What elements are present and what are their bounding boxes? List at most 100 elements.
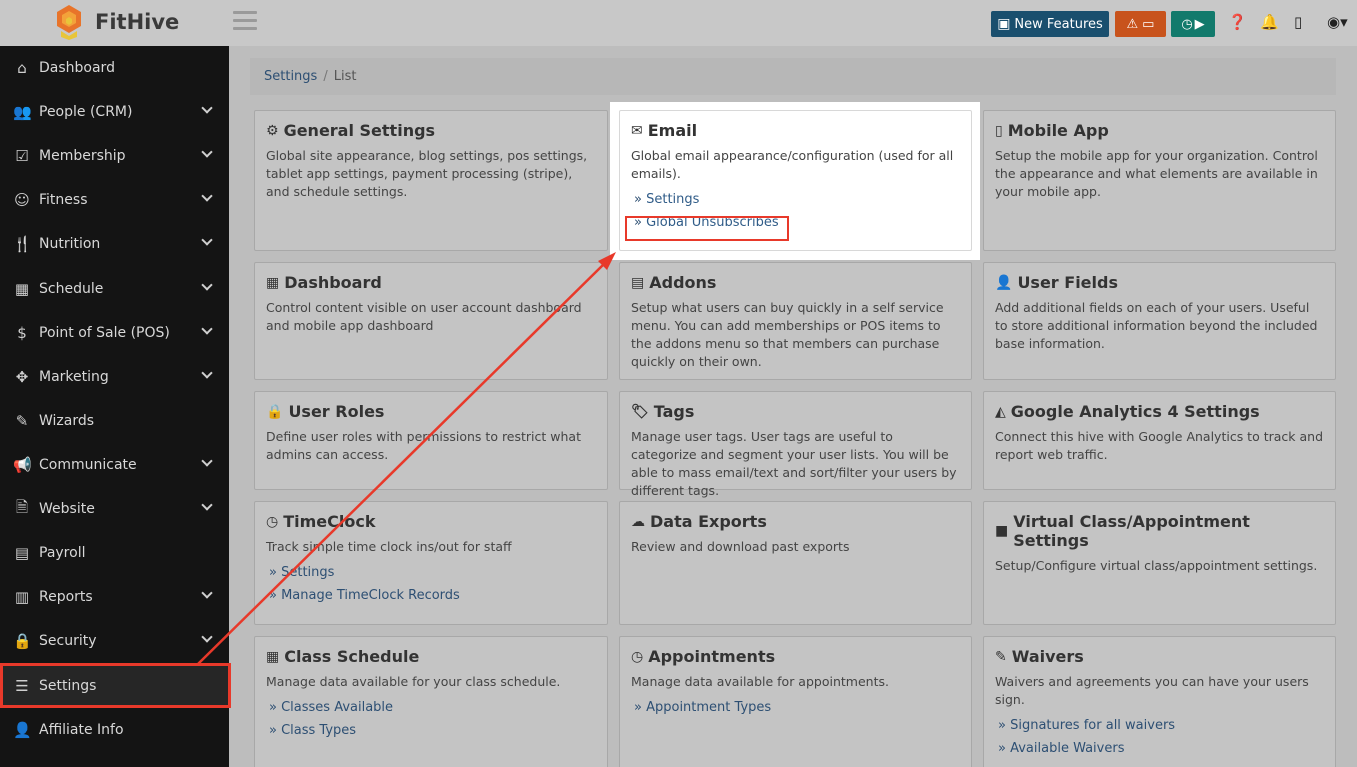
- sidebar-item-website[interactable]: 🗎 Website: [0, 487, 229, 531]
- chevron-down-icon: [201, 190, 213, 202]
- bell-icon[interactable]: 🔔: [1260, 13, 1279, 31]
- available-waivers-link[interactable]: Available Waivers: [998, 741, 1324, 756]
- card-title: Data Exports: [650, 512, 767, 531]
- mobile-icon[interactable]: ▯: [1294, 13, 1302, 31]
- bar-chart-icon: ▥: [14, 588, 30, 606]
- card-addons[interactable]: ▤ Addons Setup what users can buy quickly…: [619, 262, 972, 380]
- card-title: Tags: [653, 402, 695, 421]
- card-description: Setup the mobile app for your organizati…: [995, 148, 1318, 199]
- chevron-down-icon: [201, 323, 213, 335]
- clock-icon: ◷: [631, 648, 644, 665]
- new-features-label: New Features: [1014, 16, 1103, 32]
- card-description: Manage data available for your class sch…: [266, 674, 561, 689]
- chevron-down-icon: [201, 367, 213, 379]
- new-features-button[interactable]: ▣ New Features: [991, 11, 1109, 37]
- sidebar-item-fitness[interactable]: ☺ Fitness: [0, 178, 229, 222]
- breadcrumb-separator: /: [323, 69, 328, 84]
- breadcrumb: Settings / List: [250, 58, 1336, 95]
- app-name: FitHive: [95, 10, 180, 34]
- sidebar-item-label: Fitness: [39, 192, 88, 208]
- gift-icon: ▣: [997, 16, 1011, 32]
- money-icon: ▤: [14, 544, 30, 562]
- sidebar-item-wizards[interactable]: ✎ Wizards: [0, 399, 229, 443]
- logo[interactable]: FitHive: [52, 4, 179, 40]
- chevron-down-icon: [201, 279, 213, 291]
- card-description: Global email appearance/configuration (u…: [631, 148, 954, 181]
- card-description: Define user roles with permissions to re…: [266, 429, 581, 462]
- sidebar-item-dashboard[interactable]: ⌂ Dashboard: [0, 46, 229, 90]
- sidebar-item-label: Nutrition: [39, 236, 101, 252]
- sidebar-item-label: Schedule: [39, 281, 104, 297]
- sidebar-item-nutrition[interactable]: 🍴 Nutrition: [0, 222, 229, 266]
- card-title: Mobile App: [1007, 121, 1109, 140]
- card-description: Setup what users can buy quickly in a se…: [631, 300, 944, 369]
- card-description: Global site appearance, blog settings, p…: [266, 148, 588, 199]
- clock-icon: ◷: [266, 513, 279, 530]
- timeclock-button[interactable]: ◷ ▶: [1171, 11, 1215, 37]
- card-description: Add additional fields on each of your us…: [995, 300, 1318, 351]
- card-virtual-class[interactable]: ■ Virtual Class/Appointment Settings Setu…: [983, 501, 1336, 625]
- card-title: User Fields: [1017, 273, 1118, 292]
- menu-toggle-icon[interactable]: [233, 11, 257, 35]
- card-title: Virtual Class/Appointment Settings: [1013, 512, 1250, 550]
- chevron-down-icon: [201, 455, 213, 467]
- payment-warning-button[interactable]: ⚠ ▭: [1115, 11, 1166, 37]
- sidebar-item-affiliate-info[interactable]: 👤 Affiliate Info: [0, 708, 229, 752]
- email-settings-link[interactable]: Settings: [634, 192, 960, 207]
- sidebar-item-security[interactable]: 🔒 Security: [0, 619, 229, 663]
- sidebar-item-people-crm[interactable]: 👥 People (CRM): [0, 90, 229, 134]
- checkbox-icon: ☑: [15, 147, 29, 165]
- card-title: User Roles: [288, 402, 385, 421]
- card-appointments: ◷ Appointments Manage data available for …: [619, 636, 972, 767]
- chevron-down-icon: [201, 499, 213, 511]
- sidebar-item-point-of-sale-pos[interactable]: $ Point of Sale (POS): [0, 311, 229, 355]
- signatures-link[interactable]: Signatures for all waivers: [998, 718, 1324, 733]
- breadcrumb-current: List: [333, 69, 357, 84]
- sidebar-item-payroll[interactable]: ▤ Payroll: [0, 531, 229, 575]
- calendar-icon: ▦: [14, 280, 30, 298]
- grid-icon: ▦: [266, 274, 280, 291]
- sidebar-item-label: Marketing: [39, 369, 109, 385]
- appointment-types-link[interactable]: Appointment Types: [634, 700, 960, 715]
- card-user-fields[interactable]: 👤 User Fields Add additional fields on ea…: [983, 262, 1336, 380]
- sidebar-item-membership[interactable]: ☑ Membership: [0, 134, 229, 178]
- card-tags[interactable]: 🏷 Tags Manage user tags. User tags are us…: [619, 391, 972, 498]
- table-icon: ▤: [631, 274, 645, 291]
- card-data-exports[interactable]: ☁ Data Exports Review and download past e…: [619, 501, 972, 625]
- help-icon[interactable]: ❓: [1228, 13, 1247, 31]
- breadcrumb-settings-link[interactable]: Settings: [264, 69, 317, 84]
- edit-icon: ✎: [995, 648, 1007, 665]
- card-description: Manage data available for appointments.: [631, 674, 889, 689]
- card-waivers: ✎ Waivers Waivers and agreements you can …: [983, 636, 1336, 767]
- card-title: Email: [647, 121, 698, 140]
- cloud-download-icon: ☁: [631, 513, 645, 530]
- sidebar-item-schedule[interactable]: ▦ Schedule: [0, 267, 229, 311]
- card-dashboard[interactable]: ▦ Dashboard Control content visible on us…: [254, 262, 608, 380]
- megaphone-icon: 📢: [13, 456, 32, 474]
- card-title: Google Analytics 4 Settings: [1010, 402, 1260, 421]
- lock-icon: 🔒: [13, 632, 32, 650]
- card-description: Control content visible on user account …: [266, 300, 582, 333]
- card-mobile-app[interactable]: ▯ Mobile App Setup the mobile app for you…: [983, 110, 1336, 251]
- card-google-analytics[interactable]: ◭ Google Analytics 4 Settings Connect thi…: [983, 391, 1336, 490]
- card-description: Connect this hive with Google Analytics …: [995, 429, 1324, 462]
- sidebar-item-label: Point of Sale (POS): [39, 325, 170, 341]
- card-class-schedule: ▦ Class Schedule Manage data available fo…: [254, 636, 608, 767]
- manage-timeclock-link[interactable]: Manage TimeClock Records: [269, 588, 596, 603]
- user-account-icon[interactable]: ◉▾: [1327, 13, 1348, 31]
- chevron-down-icon: [201, 102, 213, 114]
- card-user-roles[interactable]: 🔒 User Roles Define user roles with permi…: [254, 391, 608, 490]
- sidebar-item-reports[interactable]: ▥ Reports: [0, 575, 229, 619]
- timeclock-settings-link[interactable]: Settings: [269, 565, 596, 580]
- sidebar-item-communicate[interactable]: 📢 Communicate: [0, 443, 229, 487]
- class-types-link[interactable]: Class Types: [269, 723, 596, 738]
- home-icon: ⌂: [17, 59, 27, 77]
- sidebar-item-label: Affiliate Info: [39, 722, 124, 738]
- clock-icon: ◷: [1181, 16, 1193, 32]
- dollar-icon: $: [17, 324, 27, 342]
- sidebar-item-marketing[interactable]: ✥ Marketing: [0, 355, 229, 399]
- classes-available-link[interactable]: Classes Available: [269, 700, 596, 715]
- card-general-settings[interactable]: ⚙ General Settings Global site appearance…: [254, 110, 608, 251]
- card-title: Appointments: [648, 647, 776, 666]
- area-chart-icon: ◭: [995, 403, 1006, 420]
